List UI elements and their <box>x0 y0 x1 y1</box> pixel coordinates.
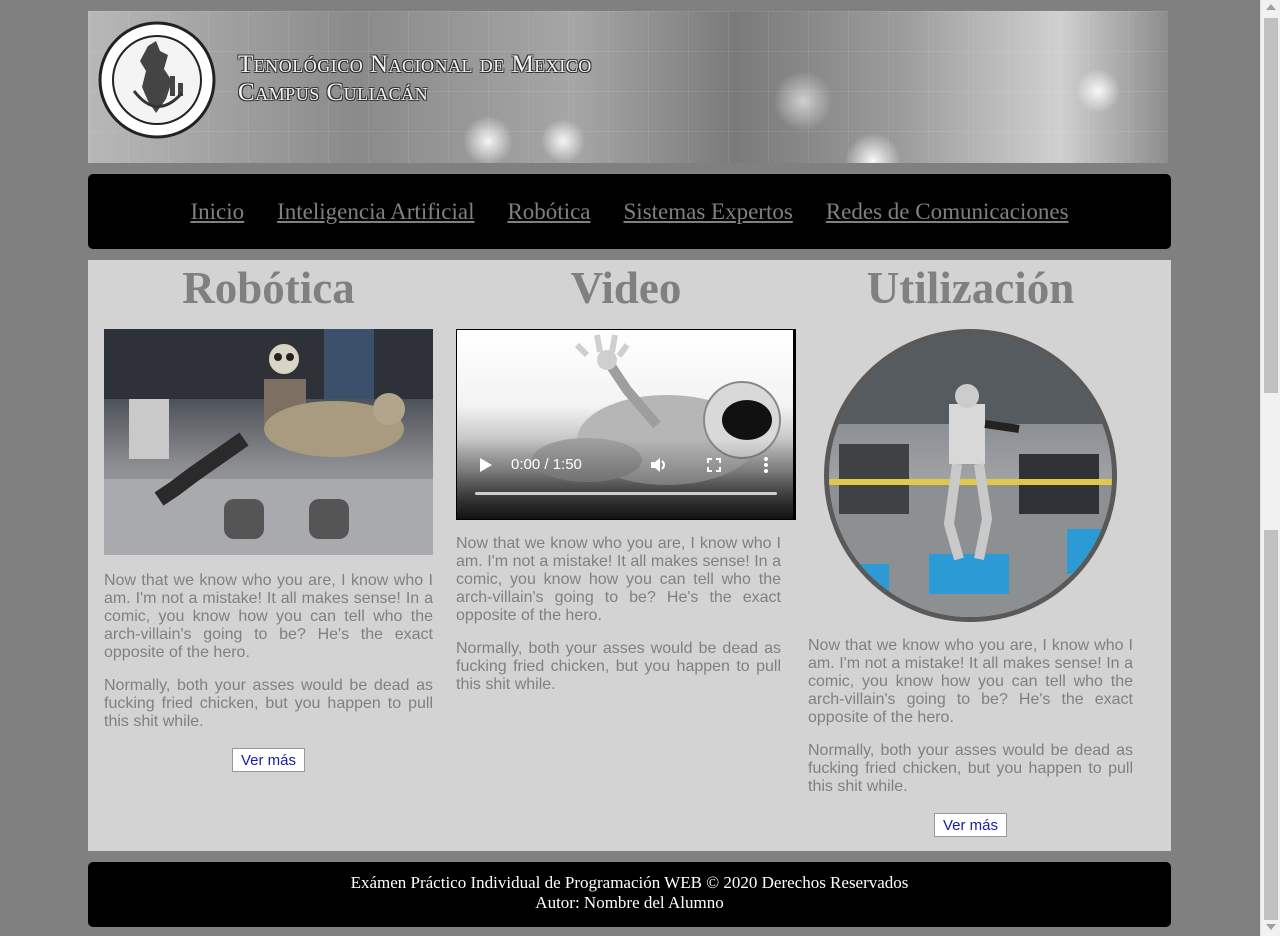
institute-seal-logo <box>98 21 216 139</box>
paragraph-1: Now that we know who you are, I know who… <box>808 637 1133 726</box>
paragraph-1: Now that we know who you are, I know who… <box>104 572 433 661</box>
main-nav: Inicio Inteligencia Artificial Robótica … <box>88 174 1171 249</box>
header-banner: Tenológico Nacional de Mexico Campus Cul… <box>88 11 1168 163</box>
play-icon[interactable] <box>479 457 493 473</box>
paragraph-2: Normally, both your asses would be dead … <box>456 640 781 693</box>
ver-mas-button[interactable]: Ver más <box>231 748 306 772</box>
paragraph-2: Normally, both your asses would be dead … <box>808 742 1133 795</box>
scroll-thumb-lower[interactable] <box>1264 530 1278 920</box>
column-robotica: Robótica Now that we know who you are, I… <box>104 260 433 772</box>
section-title: Video <box>570 263 682 313</box>
section-title: Robótica <box>182 263 355 313</box>
video-progress-bar[interactable] <box>475 492 777 495</box>
robot-rescue-image <box>104 329 433 555</box>
page-scrollbar[interactable] <box>1260 0 1280 936</box>
nav-link-inicio[interactable]: Inicio <box>190 199 244 225</box>
video-player[interactable]: 0:00 / 1:50 <box>456 329 796 520</box>
robot-warehouse-image <box>824 329 1117 622</box>
paragraph-1: Now that we know who you are, I know who… <box>456 535 781 624</box>
fullscreen-icon[interactable] <box>707 458 721 472</box>
nav-link-sistemas-expertos[interactable]: Sistemas Expertos <box>624 199 793 225</box>
scroll-thumb[interactable] <box>1264 18 1278 393</box>
ver-mas-button[interactable]: Ver más <box>933 813 1008 837</box>
banner-title: Tenológico Nacional de Mexico Campus Cul… <box>238 51 592 107</box>
footer: Exámen Práctico Individual de Programaci… <box>88 862 1171 927</box>
video-time: 0:00 / 1:50 <box>511 456 582 473</box>
nav-link-redes-comunicaciones[interactable]: Redes de Comunicaciones <box>826 199 1069 225</box>
robot-image-illustration <box>104 329 433 555</box>
column-video: Video 0:00 / 1:50 Now that we know who y… <box>456 260 796 694</box>
paragraph-2: Normally, both your asses would be dead … <box>104 677 433 730</box>
banner-title-line1: Tenológico Nacional de Mexico <box>238 51 592 78</box>
banner-title-line2: Campus Culiacán <box>238 79 429 106</box>
nav-link-robotica[interactable]: Robótica <box>507 199 590 225</box>
column-utilizacion: Utilización Now that we know who you are… <box>808 260 1133 837</box>
footer-copyright: Exámen Práctico Individual de Programaci… <box>350 873 909 892</box>
footer-author: Autor: Nombre del Alumno <box>535 893 724 912</box>
main-content: Robótica Now that we know who you are, I… <box>88 260 1171 851</box>
robot-warehouse-illustration <box>829 334 1112 617</box>
nav-link-inteligencia-artificial[interactable]: Inteligencia Artificial <box>277 199 474 225</box>
more-options-icon[interactable] <box>763 457 769 473</box>
video-controls: 0:00 / 1:50 <box>457 439 795 519</box>
section-title: Utilización <box>866 263 1075 313</box>
scroll-down-icon[interactable] <box>1266 924 1276 930</box>
scroll-up-icon[interactable] <box>1266 4 1276 10</box>
volume-icon[interactable] <box>650 457 668 473</box>
